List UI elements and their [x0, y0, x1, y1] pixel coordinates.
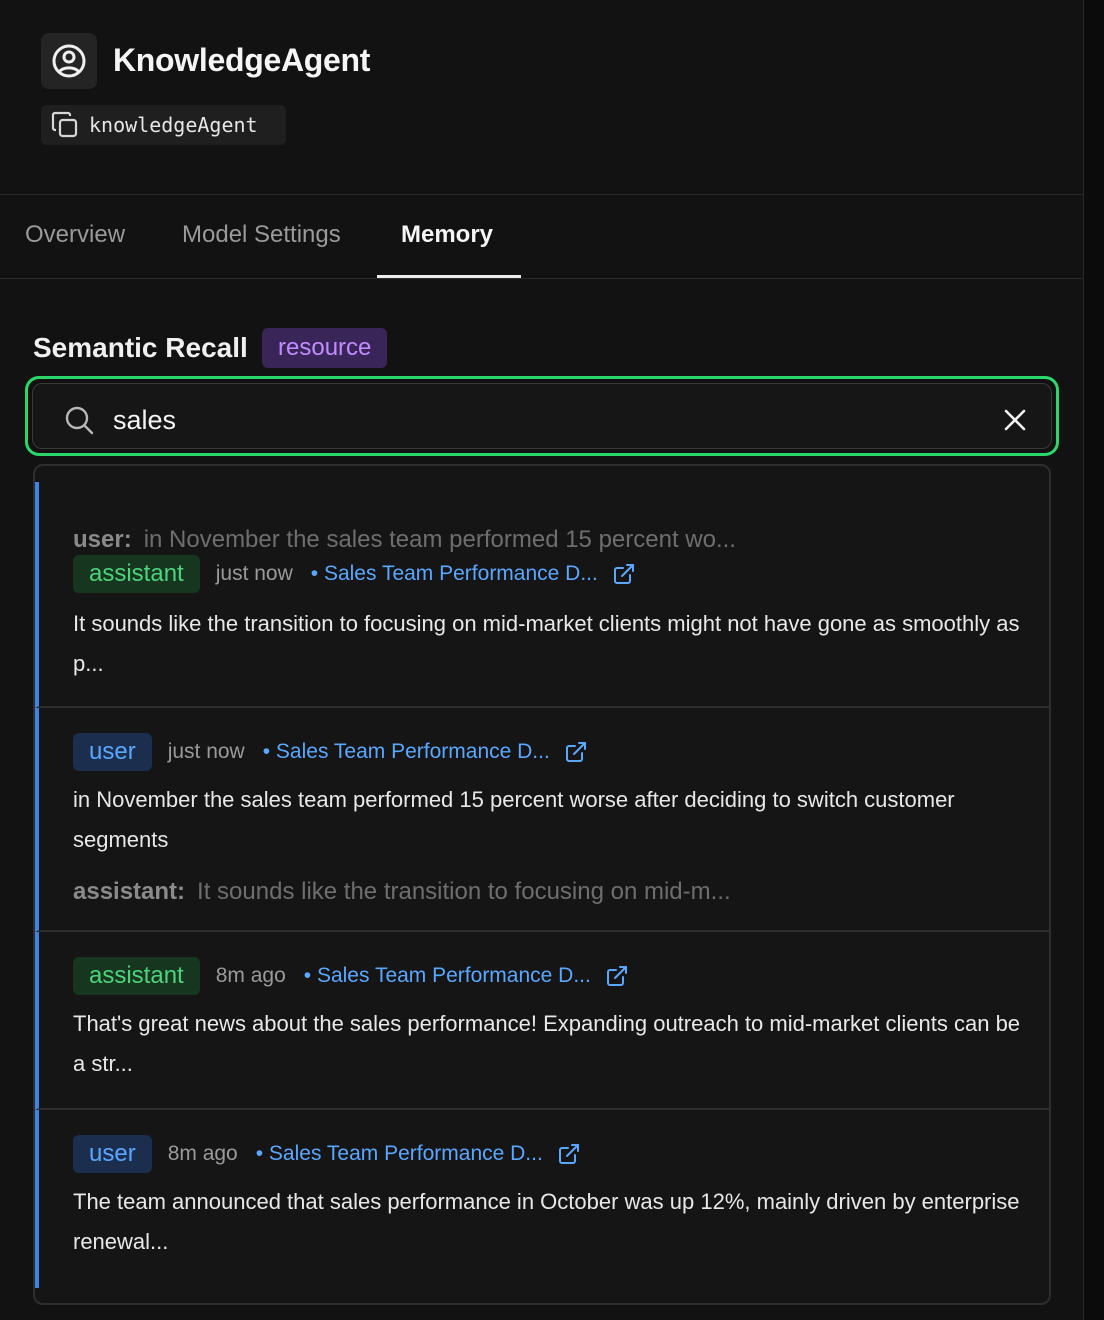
- search-icon: [65, 406, 94, 435]
- results-list: user: in November the sales team performe…: [33, 464, 1051, 1305]
- result-item[interactable]: user 8m ago • Sales Team Performance D..…: [35, 1110, 1049, 1288]
- agent-title: KnowledgeAgent: [113, 42, 371, 78]
- external-link-icon: [565, 742, 586, 762]
- result-item[interactable]: user just now • Sales Team Performance D…: [35, 708, 1049, 932]
- agent-avatar: [41, 33, 97, 89]
- message-text: The team announced that sales performanc…: [73, 1189, 1020, 1254]
- external-link-icon: [613, 564, 634, 584]
- scope-badge: resource: [262, 328, 388, 368]
- tabs-divider: [0, 278, 1084, 279]
- role-badge: user: [73, 1135, 152, 1173]
- thread-link[interactable]: • Sales Team Performance D...: [263, 740, 588, 764]
- message-text: in November the sales team performed 15 …: [73, 787, 955, 852]
- role-badge: assistant: [73, 555, 200, 593]
- clear-search-button[interactable]: [997, 402, 1033, 438]
- search-box: [25, 376, 1059, 456]
- thread-link[interactable]: • Sales Team Performance D...: [304, 964, 629, 988]
- role-badge: assistant: [73, 957, 200, 995]
- tab-overview[interactable]: Overview: [1, 195, 149, 279]
- context-text: It sounds like the transition to focusin…: [197, 878, 731, 905]
- result-meta: user 8m ago • Sales Team Performance D..…: [73, 1134, 581, 1174]
- agent-id-text: knowledgeAgent: [89, 113, 258, 137]
- tab-memory[interactable]: Memory: [377, 195, 517, 279]
- external-link-icon: [558, 1144, 579, 1164]
- copy-icon[interactable]: [49, 109, 81, 141]
- thread-link[interactable]: • Sales Team Performance D...: [311, 562, 636, 586]
- context-after: assistant: It sounds like the transition …: [73, 878, 731, 906]
- section-title: Semantic Recall: [33, 332, 248, 363]
- tab-bar: Overview Model Settings Memory: [0, 195, 1084, 279]
- result-meta: assistant just now • Sales Team Performa…: [73, 554, 636, 594]
- thread-title: • Sales Team Performance D...: [262, 740, 550, 763]
- context-before: user: in November the sales team performe…: [73, 526, 736, 554]
- result-meta: user just now • Sales Team Performance D…: [73, 732, 588, 772]
- thread-link[interactable]: • Sales Team Performance D...: [256, 1142, 581, 1166]
- search-input[interactable]: [113, 394, 973, 446]
- tab-model-settings[interactable]: Model Settings: [158, 195, 365, 279]
- user-circle-icon: [52, 44, 86, 78]
- message-text: That's great news about the sales perfor…: [73, 1011, 1021, 1076]
- context-text: in November the sales team performed 15 …: [143, 526, 736, 553]
- timestamp: just now: [167, 740, 245, 763]
- result-item[interactable]: user: in November the sales team performe…: [35, 482, 1049, 708]
- thread-title: • Sales Team Performance D...: [310, 562, 598, 585]
- context-role: assistant:: [73, 878, 186, 905]
- role-badge: user: [73, 733, 152, 771]
- agent-id-chip[interactable]: knowledgeAgent: [41, 105, 286, 145]
- timestamp: 8m ago: [167, 1142, 238, 1165]
- result-item[interactable]: assistant 8m ago • Sales Team Performanc…: [35, 932, 1049, 1110]
- search-field: [32, 383, 1052, 449]
- message-text: It sounds like the transition to focusin…: [73, 611, 1020, 676]
- context-role: user:: [73, 526, 132, 553]
- thread-title: • Sales Team Performance D...: [303, 964, 591, 987]
- result-meta: assistant 8m ago • Sales Team Performanc…: [73, 956, 629, 996]
- timestamp: just now: [215, 562, 293, 585]
- thread-title: • Sales Team Performance D...: [255, 1142, 543, 1165]
- close-icon: [1004, 409, 1026, 431]
- external-link-icon: [606, 966, 627, 986]
- window-gutter: [1084, 0, 1104, 1320]
- agent-panel: KnowledgeAgent knowledgeAgent Overview M…: [0, 0, 1084, 1320]
- timestamp: 8m ago: [215, 964, 286, 987]
